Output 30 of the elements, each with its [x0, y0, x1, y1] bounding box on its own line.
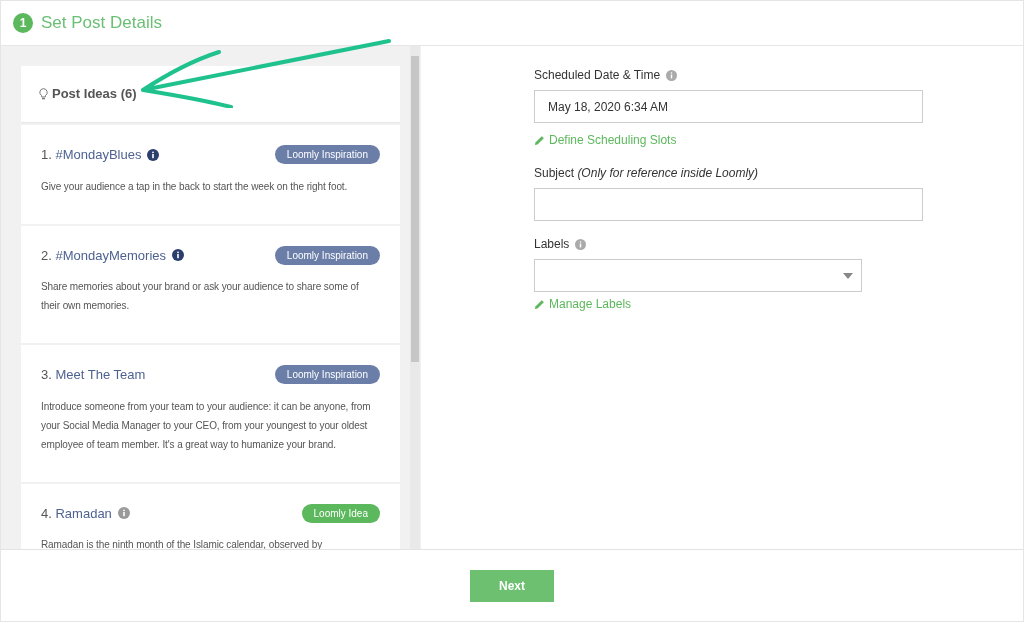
idea-title: 4. Ramadan	[41, 504, 112, 523]
subject-field[interactable]	[534, 188, 923, 221]
idea-card[interactable]	[21, 345, 400, 482]
idea-description: Share memories about your brand or ask your audience to share some of their own memories.	[41, 280, 360, 313]
idea-title: 1. #MondayBlues	[41, 146, 142, 164]
field-label: Labels	[534, 236, 570, 253]
info-icon	[666, 69, 678, 81]
field-label: Scheduled Date & Time	[534, 67, 661, 84]
pencil-icon	[534, 298, 545, 310]
source-tag: Loomly Inspiration	[274, 365, 380, 385]
idea-description: Give your audience a tap in the back to start the week on the right foot.	[41, 179, 349, 194]
caret-icon	[843, 272, 853, 279]
idea-card[interactable]: 1. #MondayBlues Loomly Inspiration Give your audience a tap in the back to start the week on the right foot.	[21, 125, 400, 224]
idea-title: 2. #MondayMemories	[41, 246, 166, 265]
labels-dropdown[interactable]	[534, 259, 862, 292]
date-time-field[interactable]: May 18, 2020 6:34 AM	[534, 90, 923, 123]
field-label: Subject (Only for reference inside Loomly)	[534, 165, 759, 182]
source-tag: Loomly Inspiration	[274, 145, 380, 165]
pencil-icon	[534, 134, 545, 146]
lightbulb-icon	[39, 88, 48, 100]
step-number: 1	[13, 13, 33, 33]
idea-title: 3. Meet The Team	[41, 366, 146, 384]
info-icon	[575, 238, 587, 250]
source-tag: Loomly Idea	[301, 503, 380, 523]
panel-title: Post Ideas (6)	[52, 85, 137, 104]
source-tag: Loomly Inspiration	[274, 245, 380, 265]
idea-card[interactable]: 2. #MondayMemories Loomly Inspiration Share memories about your brand or ask your audience to share some of their own memories.	[21, 225, 400, 343]
scrollbar[interactable]	[410, 46, 420, 549]
section-title: Set Post Details	[41, 12, 162, 35]
idea-description: Introduce someone from your team to your audience: it can be anyone, from your Social Media Manager to your CEO, from your youngest to your oldest employee of team member. It's a great way to humanize your brand.	[41, 399, 372, 452]
